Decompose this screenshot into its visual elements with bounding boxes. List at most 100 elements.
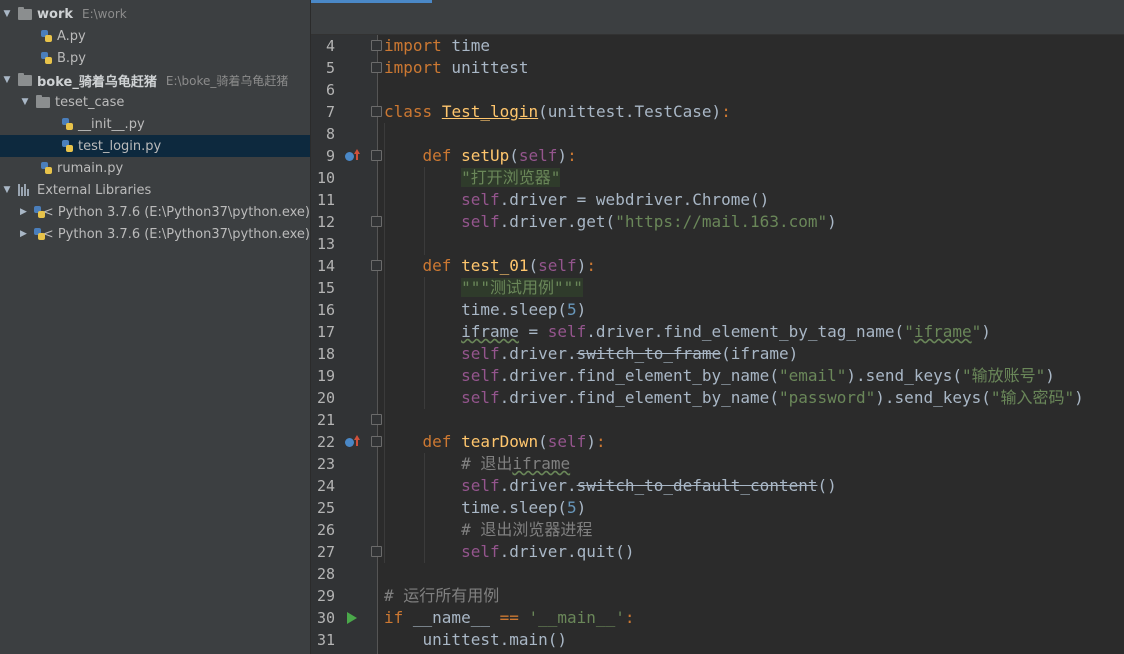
self-param: self (518, 146, 558, 165)
fold-marker-icon[interactable] (371, 216, 382, 227)
line-number: 11 (316, 191, 335, 209)
tree-item-work[interactable]: ▼ work E:\work (0, 3, 310, 25)
docstring: "打开浏览器" (461, 168, 561, 187)
code-line[interactable]: import time (384, 35, 490, 57)
tree-item-boke[interactable]: ▼ boke_骑着乌龟赶猪 E:\boke_骑着乌龟赶猪 (0, 69, 310, 91)
self-ref: self (461, 542, 500, 561)
folder-icon (18, 72, 32, 86)
tree-item-b-py[interactable]: B.py (0, 47, 310, 69)
tree-item-external-libraries[interactable]: ▼ External Libraries (0, 179, 310, 201)
chevron-down-icon[interactable]: ▼ (2, 9, 12, 19)
string-literal: "https://mail.163.com" (615, 212, 828, 231)
line-number: 9 (325, 147, 335, 165)
code-line[interactable]: class Test_login(unittest.TestCase): (384, 101, 731, 123)
line-number: 14 (316, 257, 335, 275)
statement: .driver.get( (499, 212, 616, 231)
self-ref: self (461, 366, 500, 385)
code-line[interactable]: self.driver = webdriver.Chrome() (384, 189, 769, 211)
line-number: 25 (316, 499, 335, 517)
code-line[interactable]: self.driver.switch_to_frame(iframe) (384, 343, 798, 365)
fold-marker-icon[interactable] (371, 106, 382, 117)
tree-item-label: teset_case (55, 94, 125, 110)
chevron-right-icon[interactable]: ▶ (20, 207, 27, 217)
statement: .driver.find_element_by_tag_name( (586, 322, 905, 341)
statement: .driver. (499, 476, 577, 495)
code-line[interactable]: time.sleep(5) (384, 497, 586, 519)
statement: .driver.find_element_by_name( (499, 366, 779, 385)
code-line[interactable]: self.driver.get("https://mail.163.com") (384, 211, 837, 233)
code-line[interactable]: def setUp(self): (384, 145, 577, 167)
fold-marker-icon[interactable] (371, 62, 382, 73)
code-line[interactable]: self.driver.quit() (384, 541, 634, 563)
code-line[interactable]: def tearDown(self): (384, 431, 606, 453)
statement: .driver = webdriver.Chrome() (499, 190, 770, 209)
code-line[interactable]: unittest.main() (384, 629, 568, 651)
identifier: unittest (441, 58, 529, 77)
keyword: def (422, 432, 452, 451)
code-line[interactable]: iframe = self.driver.find_element_by_tag… (384, 321, 991, 343)
code-line[interactable]: self.driver.find_element_by_name("email"… (384, 365, 1055, 387)
code-line[interactable]: # 运行所有用例 (384, 585, 499, 607)
fold-marker-icon[interactable] (371, 546, 382, 557)
code-editor[interactable]: 4 5 6 7 8 9 10 11 12 13 14 15 16 17 18 1… (311, 0, 1124, 654)
tree-item-rumain-py[interactable]: rumain.py (0, 157, 310, 179)
run-icon[interactable] (347, 612, 357, 624)
function-name: setUp (461, 146, 510, 165)
statement: ).send_keys( (875, 388, 991, 407)
fold-marker-icon[interactable] (371, 414, 382, 425)
function-name: test_01 (461, 256, 529, 275)
identifier: __name__ (403, 608, 500, 627)
string-literal: "输入密码" (990, 388, 1075, 407)
code-line[interactable]: self.driver.find_element_by_name("passwo… (384, 387, 1084, 409)
number-literal: 5 (567, 300, 577, 319)
line-number: 27 (316, 543, 335, 561)
code-line[interactable]: def test_01(self): (384, 255, 596, 277)
statement: ).send_keys( (846, 366, 962, 385)
line-number: 8 (325, 125, 335, 143)
code-line[interactable]: time.sleep(5) (384, 299, 586, 321)
code-line[interactable]: "打开浏览器" (384, 167, 561, 189)
code-line[interactable]: import unittest (384, 57, 529, 79)
override-method-icon[interactable] (345, 149, 361, 163)
tree-item-teset-case[interactable]: ▼ teset_case (0, 91, 310, 113)
fold-marker-icon[interactable] (371, 150, 382, 161)
line-number: 7 (325, 103, 335, 121)
code-line[interactable]: self.driver.switch_to_default_content() (384, 475, 837, 497)
tree-item-label: __init__.py (78, 116, 145, 132)
fold-marker-icon[interactable] (371, 260, 382, 271)
self-ref: self (461, 476, 500, 495)
comment: # 退出 (461, 454, 513, 473)
tree-item-init-py[interactable]: __init__.py (0, 113, 310, 135)
chevron-down-icon[interactable]: ▼ (20, 97, 30, 107)
line-number: 17 (316, 323, 335, 341)
fold-marker-icon[interactable] (371, 436, 382, 447)
class-name: Test_login (441, 102, 539, 121)
statement: .driver.quit() (499, 542, 635, 561)
fold-marker-icon[interactable] (371, 40, 382, 51)
line-number: 12 (316, 213, 335, 231)
line-number: 22 (316, 433, 335, 451)
tree-item-python-sdk-2[interactable]: ▶ < Python 3.7.6 (E:\Python37\python.exe… (0, 223, 310, 245)
number-literal: 5 (567, 498, 577, 517)
line-number: 23 (316, 455, 335, 473)
comment: # 退出浏览器进程 (461, 520, 593, 539)
function-name: tearDown (461, 432, 539, 451)
keyword: import (384, 36, 442, 55)
tree-item-a-py[interactable]: A.py (0, 25, 310, 47)
code-line[interactable]: # 退出浏览器进程 (384, 519, 592, 541)
code-line[interactable]: if __name__ == '__main__': (384, 607, 634, 629)
active-tab-indicator[interactable] (311, 0, 432, 3)
self-ref: self (461, 212, 500, 231)
line-number: 16 (316, 301, 335, 319)
chevron-down-icon[interactable]: ▼ (2, 75, 12, 85)
code-line[interactable]: """测试用例""" (384, 277, 583, 299)
chevron-down-icon[interactable]: ▼ (2, 185, 12, 195)
code-line[interactable]: # 退出iframe (384, 453, 570, 475)
tree-item-python-sdk-1[interactable]: ▶ < Python 3.7.6 (E:\Python37\python.exe… (0, 201, 310, 223)
chevron-right-icon[interactable]: ▶ (20, 229, 27, 239)
line-number: 24 (316, 477, 335, 495)
tree-item-test-login-py[interactable]: test_login.py (0, 135, 310, 157)
tree-item-label: work (37, 6, 73, 22)
tree-item-label: External Libraries (37, 182, 152, 198)
override-method-icon[interactable] (345, 435, 361, 449)
